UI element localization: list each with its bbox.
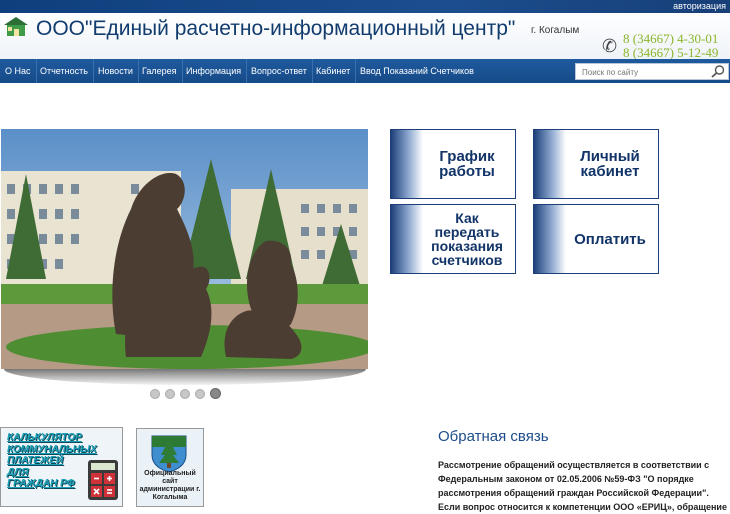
slide-image	[1, 129, 368, 369]
feedback-title[interactable]: Обратная связь	[438, 428, 549, 445]
calculator-icon	[88, 460, 118, 500]
nav-item-cabinet[interactable]: Кабинет	[311, 59, 357, 83]
administration-site-text: Официальный сайт администрации г. Когалы…	[139, 470, 201, 501]
coat-of-arms-icon	[151, 435, 187, 473]
slider-dot-5[interactable]	[210, 388, 221, 399]
calculator-banner-text: КАЛЬКУЛЯТОР КОММУНАЛЬНЫХ ПЛАТЕЖЕЙ ДЛЯ ГР…	[7, 432, 97, 489]
administration-site-banner[interactable]: Официальный сайт администрации г. Когалы…	[136, 428, 204, 507]
personal-cabinet-tile[interactable]: Личный кабинет	[533, 129, 659, 199]
tile-label: График работы	[439, 148, 495, 180]
feedback-text: Рассмотрение обращений осуществляется в …	[438, 460, 727, 512]
tile-label: Личный кабинет	[580, 148, 640, 180]
search-box	[575, 63, 729, 80]
tile-gradient	[391, 205, 423, 273]
nav-item-about[interactable]: О Нас	[0, 59, 37, 83]
search-icon[interactable]	[710, 64, 726, 79]
tile-gradient	[534, 205, 566, 273]
slider-shadow	[4, 369, 366, 385]
phone-icon: ✆	[602, 36, 618, 56]
top-bar: авторизация	[0, 0, 730, 13]
nav-item-gallery[interactable]: Галерея	[137, 59, 183, 83]
login-link[interactable]: авторизация	[673, 1, 726, 11]
tile-label: Оплатить	[574, 230, 646, 248]
nav-item-info[interactable]: Информация	[181, 59, 248, 83]
nav-item-meter-readings[interactable]: Ввод Показаний Счетчиков	[355, 59, 479, 83]
nav-item-news[interactable]: Новости	[93, 59, 139, 83]
slider-dot-2[interactable]	[165, 389, 175, 399]
slider-dot-3[interactable]	[180, 389, 190, 399]
site-city: г. Когалым	[531, 25, 580, 36]
photo-slider[interactable]	[1, 129, 368, 369]
tile-label: Как передать показания счетчиков	[431, 210, 503, 268]
slider-dot-4[interactable]	[195, 389, 205, 399]
meter-readings-tile[interactable]: Как передать показания счетчиков	[390, 204, 516, 274]
nav-item-faq[interactable]: Вопрос-ответ	[246, 59, 313, 83]
calculator-banner[interactable]: КАЛЬКУЛЯТОР КОММУНАЛЬНЫХ ПЛАТЕЖЕЙ ДЛЯ ГР…	[0, 427, 123, 507]
tile-gradient	[534, 130, 566, 198]
pay-tile[interactable]: Оплатить	[533, 204, 659, 274]
house-logo-icon[interactable]	[2, 15, 30, 37]
slider-dot-1[interactable]	[150, 389, 160, 399]
search-input[interactable]	[580, 65, 708, 80]
nav-item-reports[interactable]: Отчетность	[35, 59, 94, 83]
site-title[interactable]: ООО"Единый расчетно-информационный центр…	[36, 17, 515, 41]
schedule-tile[interactable]: График работы	[390, 129, 516, 199]
tile-gradient	[391, 130, 423, 198]
